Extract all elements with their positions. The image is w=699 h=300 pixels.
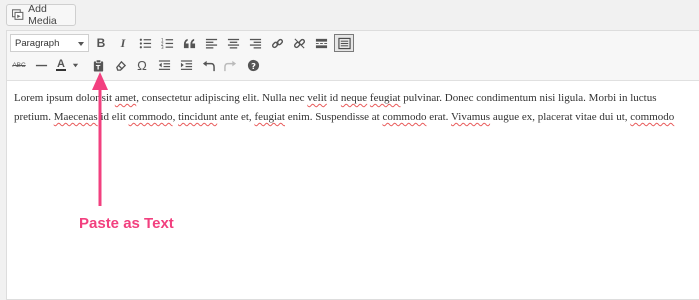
annotation-label: Paste as Text <box>79 215 174 232</box>
annotation-arrow <box>92 72 108 206</box>
